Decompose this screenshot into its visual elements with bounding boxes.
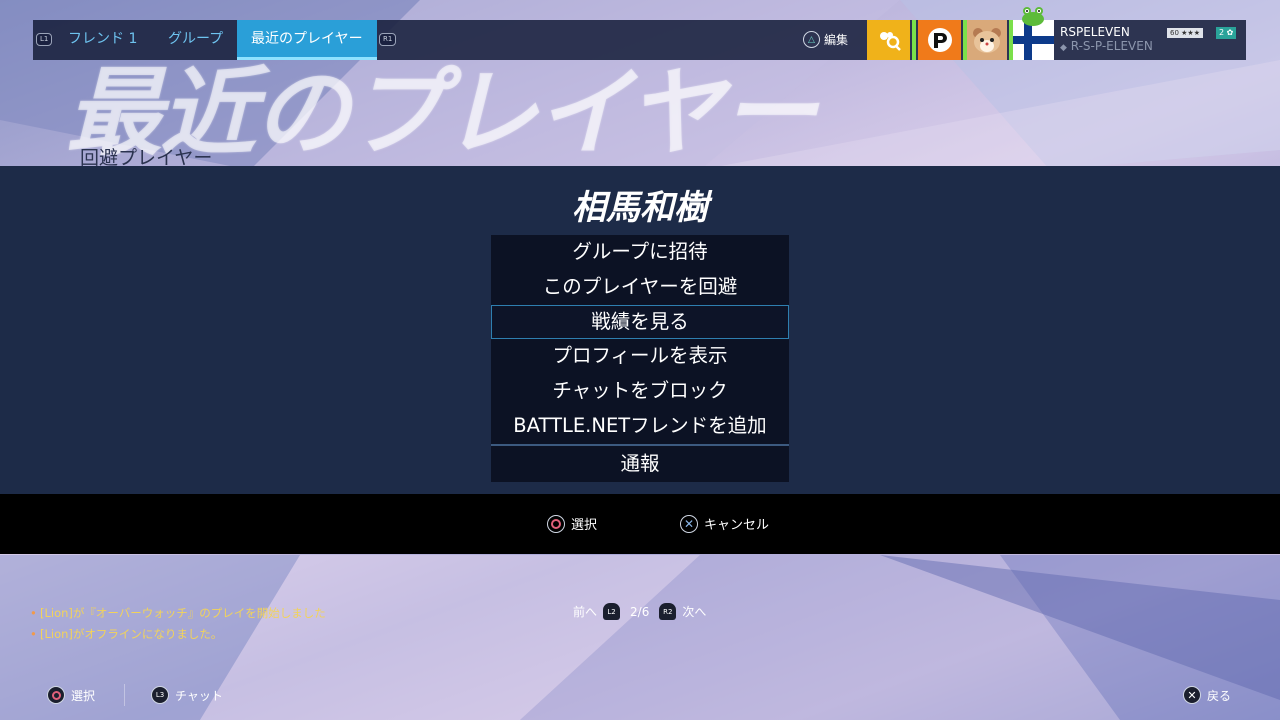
bullet-icon: • [30,627,37,641]
tab-recent-players[interactable]: 最近のプレイヤー [237,20,377,60]
hamster-icon [973,28,1001,53]
l2-button-icon[interactable]: L2 [603,603,621,620]
tab-friends[interactable]: フレンド 1 [68,20,137,60]
edit-button[interactable]: △ 編集 [803,31,848,48]
footer-back-button[interactable]: ✕ 戻る [1183,686,1231,704]
footer-back-label: 戻る [1207,688,1232,703]
footer-chat-label: チャット [175,688,223,703]
player-action-menu: グループに招待 このプレイヤーを回避 戦績を見る プロフィールを表示 チャットを… [491,235,789,482]
circle-button-icon [47,686,65,704]
group-search-icon [879,32,901,51]
select-label: 選択 [571,518,598,533]
level-badge: 60 ★★★ [1167,28,1203,38]
footer-select-button[interactable]: 選択 [47,686,95,704]
footer-chat-button[interactable]: L3 チャット [151,686,223,704]
menu-item-view-profile[interactable]: プロフィールを表示 [491,339,789,374]
edit-label: 編集 [824,33,849,47]
player-name: RSPELEVEN [1060,25,1130,39]
emblem-tile-p[interactable] [918,20,961,60]
cross-button-icon: ✕ [1183,686,1201,704]
frog-icon [1022,7,1044,26]
circle-button-icon [547,514,565,533]
cross-button-icon: ✕ [680,514,698,533]
emblem-tile-group-search[interactable] [867,20,910,60]
menu-item-add-battlenet-friend[interactable]: BATTLE.NETフレンドを追加 [491,409,789,444]
notification-feed: • [Lion]が『オーバーウォッチ』のプレイを開始しました • [Lion]が… [30,606,330,642]
rank-gear-icon: ✿ [1226,28,1234,37]
playstation-icon: ◆ [1060,43,1067,53]
r1-button-tag[interactable]: R1 [379,33,397,46]
menu-item-avoid-player[interactable]: このプレイヤーを回避 [491,270,789,305]
bullet-icon: • [30,606,37,620]
page-navigator: 前へ L2 2/6 R2 次へ [573,603,706,620]
tab-group[interactable]: グループ [168,20,223,60]
select-action[interactable]: 選択 [547,514,597,533]
notification-item: • [Lion]が『オーバーウォッチ』のプレイを開始しました [30,606,326,620]
page-indicator: 2/6 [630,604,650,619]
menu-item-report[interactable]: 通報 [491,446,789,482]
menu-item-invite-to-group[interactable]: グループに招待 [491,235,789,270]
p-logo-icon [927,28,952,52]
cancel-action[interactable]: ✕ キャンセル [680,514,769,533]
r2-button-icon[interactable]: R2 [659,603,677,620]
emblem-divider [912,20,916,60]
menu-item-view-career[interactable]: 戦績を見る [491,304,789,340]
l1-button-tag[interactable]: L1 [36,33,53,46]
footer-divider [124,684,125,706]
dialog-action-bar: 選択 ✕ キャンセル [0,494,1280,554]
top-nav-bar: L1 フレンド 1 グループ 最近のプレイヤー R1 △ 編集 RSPELEVE… [33,20,1246,60]
l3-button-icon: L3 [151,686,169,704]
prev-page-label[interactable]: 前へ [573,603,597,620]
menu-item-block-chat[interactable]: チャットをブロック [491,374,789,409]
triangle-icon: △ [803,31,820,48]
psn-id: ◆ R-S-P-ELEVEN [1060,39,1153,53]
rank-badge: 2 ✿ [1216,27,1237,39]
player-info: RSPELEVEN ◆ R-S-P-ELEVEN [1060,25,1153,55]
next-page-label[interactable]: 次へ [682,603,706,620]
dialog-player-name: 相馬和樹 [572,188,708,228]
cancel-label: キャンセル [704,518,770,533]
avatar-hamster[interactable] [967,20,1007,60]
notification-item: • [Lion]がオフラインになりました。 [30,627,223,641]
player-action-dialog: 相馬和樹 グループに招待 このプレイヤーを回避 戦績を見る プロフィールを表示 … [0,166,1280,494]
footer-select-label: 選択 [71,688,96,703]
